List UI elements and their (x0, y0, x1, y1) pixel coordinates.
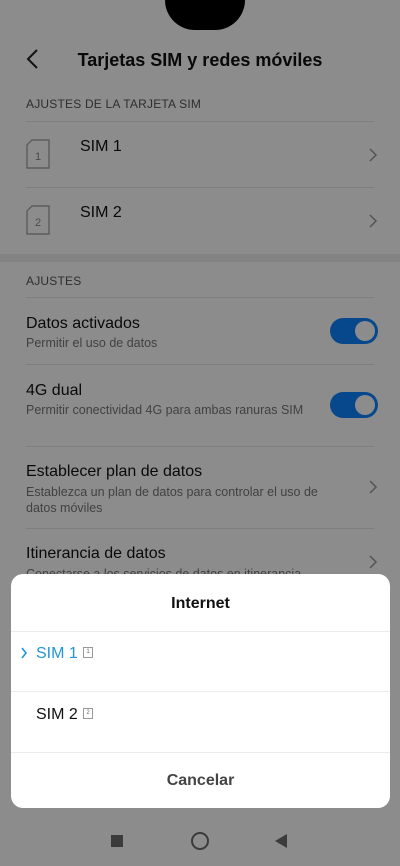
sim-slot-badge: 2 (83, 708, 93, 719)
back-nav-button[interactable] (275, 834, 287, 848)
cancel-button[interactable]: Cancelar (11, 772, 390, 790)
option-label: SIM 2 (36, 706, 78, 723)
dialog-option-sim2[interactable]: SIM 2 2 (11, 692, 390, 752)
recents-button[interactable] (111, 835, 123, 847)
internet-sim-dialog: Internet SIM 1 1 SIM 2 2 Cancelar (11, 574, 390, 808)
selected-chevron-icon (21, 647, 28, 659)
home-button[interactable] (191, 832, 209, 850)
option-label: SIM 1 (36, 645, 78, 662)
dialog-option-sim1[interactable]: SIM 1 1 (11, 632, 390, 692)
dialog-title: Internet (171, 595, 230, 612)
sim-slot-badge: 1 (83, 647, 93, 658)
divider (11, 752, 390, 753)
navigation-bar (0, 818, 400, 866)
